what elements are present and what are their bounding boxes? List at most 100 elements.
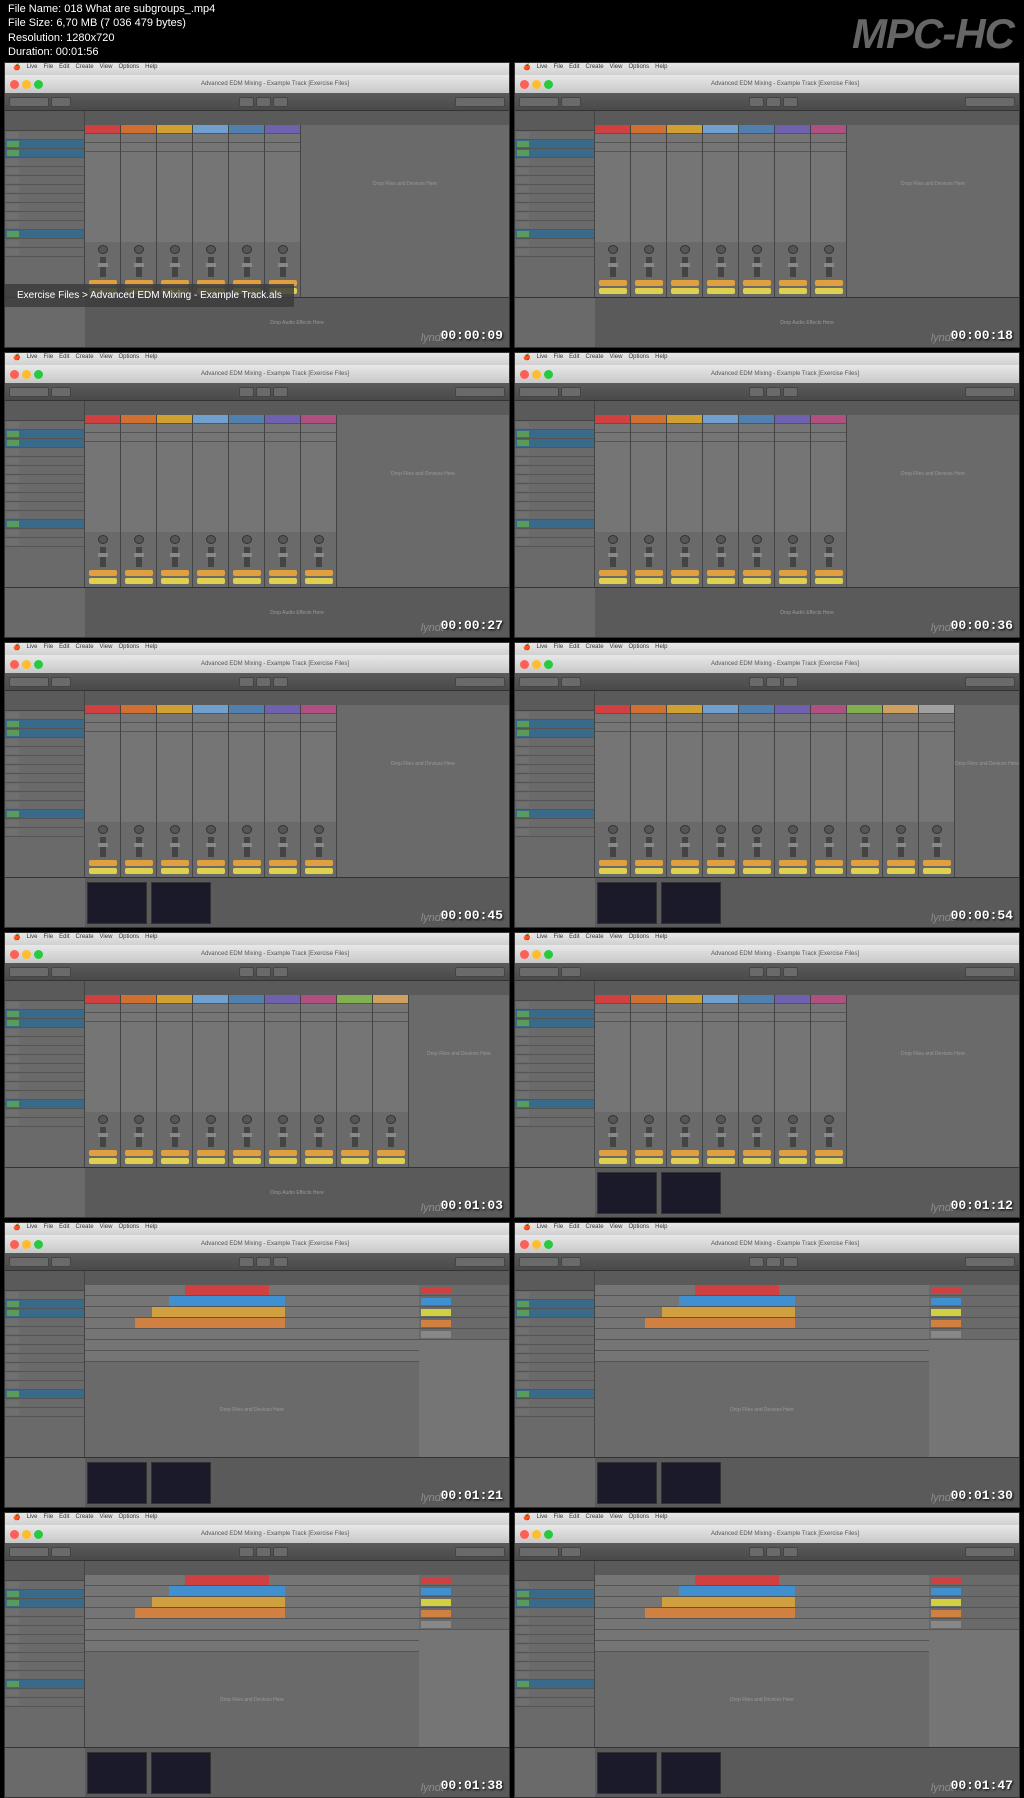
track-header[interactable] [929,1608,1019,1619]
solo-button[interactable] [671,288,699,294]
arrangement-track[interactable] [85,1630,419,1641]
track-activator[interactable] [707,280,735,286]
track-header-slot[interactable] [811,125,846,134]
menu-item[interactable]: Options [628,1514,649,1524]
browser-panel[interactable] [515,1561,595,1747]
clip-slot[interactable] [85,1004,120,1013]
clip-slot[interactable] [739,714,774,723]
menu-item[interactable]: Live [26,1514,37,1524]
volume-fader[interactable] [208,837,214,857]
clip-slot[interactable] [157,1013,192,1022]
browser-item[interactable] [5,439,84,448]
device-effect[interactable] [661,1752,721,1794]
stop-button[interactable] [766,967,781,977]
mixer-channel[interactable] [157,822,193,877]
video-thumbnail[interactable]: 🍎 LiveFileEditCreateViewOptionsHelp Adva… [4,1512,510,1798]
arrangement-clip[interactable] [695,1285,779,1295]
device-effect[interactable] [661,1172,721,1214]
menu-item[interactable]: Help [145,64,157,74]
device-effect[interactable] [151,1462,211,1504]
minimize-icon[interactable] [22,370,31,379]
clip-slot[interactable] [595,723,630,732]
pan-knob[interactable] [608,535,618,544]
browser-item[interactable] [515,1291,594,1300]
tempo-control[interactable] [519,97,559,107]
stop-button[interactable] [766,1257,781,1267]
pan-knob[interactable] [134,1115,144,1124]
volume-fader[interactable] [754,1127,760,1147]
clip-slot[interactable] [883,723,918,732]
browser-item[interactable] [515,511,594,520]
menu-item[interactable]: Help [145,354,157,364]
clip-slot[interactable] [193,1013,228,1022]
browser-item[interactable] [5,711,84,720]
track-header[interactable] [419,1307,509,1318]
browser-item[interactable] [515,1082,594,1091]
track-header-slot[interactable] [229,125,264,134]
mac-menubar[interactable]: 🍎 LiveFileEditCreateViewOptionsHelp [515,63,1019,75]
browser-item[interactable] [515,1336,594,1345]
clip-slot[interactable] [595,433,630,442]
menu-item[interactable]: Create [586,644,604,654]
solo-button[interactable] [779,1158,807,1164]
browser-item[interactable] [5,1626,84,1635]
browser-item[interactable] [515,1662,594,1671]
video-thumbnail[interactable]: 🍎 LiveFileEditCreateViewOptionsHelp Adva… [4,62,510,348]
track-header-slot[interactable] [301,995,336,1004]
browser-item[interactable] [515,439,594,448]
maximize-icon[interactable] [544,1530,553,1539]
volume-fader[interactable] [100,1127,106,1147]
track-header-slot[interactable] [85,415,120,424]
loop-controls[interactable] [455,1547,505,1557]
solo-button[interactable] [671,868,699,874]
mixer-channel[interactable] [121,1112,157,1167]
volume-fader[interactable] [352,1127,358,1147]
browser-item[interactable] [5,1680,84,1689]
window-titlebar[interactable]: Advanced EDM Mixing - Example Track [Exe… [515,75,1019,93]
track-header[interactable] [929,1318,1019,1329]
browser-item[interactable] [515,538,594,547]
browser-item[interactable] [515,729,594,738]
browser-item[interactable] [515,1118,594,1127]
clip-slot[interactable] [667,1013,702,1022]
solo-button[interactable] [851,868,879,874]
browser-item[interactable] [5,1644,84,1653]
clip-slot[interactable] [301,433,336,442]
track-activator[interactable] [671,280,699,286]
minimize-icon[interactable] [532,950,541,959]
menu-item[interactable]: Live [26,644,37,654]
volume-fader[interactable] [682,837,688,857]
track-header-slot[interactable] [595,415,630,424]
play-button[interactable] [749,97,764,107]
solo-button[interactable] [599,868,627,874]
menu-item[interactable]: Live [26,934,37,944]
transport-bar[interactable] [515,93,1019,111]
window-titlebar[interactable]: Advanced EDM Mixing - Example Track [Exe… [515,945,1019,963]
track-header-slot[interactable] [121,415,156,424]
browser-item[interactable] [5,810,84,819]
track-header[interactable] [929,1285,1019,1296]
volume-fader[interactable] [826,257,832,277]
pan-knob[interactable] [170,825,180,834]
pan-knob[interactable] [752,1115,762,1124]
browser-panel[interactable] [515,401,595,587]
track-column[interactable] [337,995,373,1112]
menu-item[interactable]: File [44,1514,54,1524]
mac-menubar[interactable]: 🍎 LiveFileEditCreateViewOptionsHelp [5,933,509,945]
volume-fader[interactable] [100,257,106,277]
track-activator[interactable] [779,860,807,866]
clip-slot[interactable] [229,723,264,732]
metronome-button[interactable] [51,1547,71,1557]
browser-item[interactable] [5,1336,84,1345]
track-activator[interactable] [197,1150,225,1156]
clip-slot[interactable] [703,723,738,732]
solo-button[interactable] [377,1158,405,1164]
browser-item[interactable] [515,738,594,747]
record-button[interactable] [273,677,288,687]
clip-slot[interactable] [265,134,300,143]
menu-item[interactable]: Live [26,1224,37,1234]
track-column[interactable] [667,995,703,1112]
arrangement-track[interactable] [595,1575,929,1586]
solo-button[interactable] [89,578,117,584]
play-button[interactable] [239,1547,254,1557]
